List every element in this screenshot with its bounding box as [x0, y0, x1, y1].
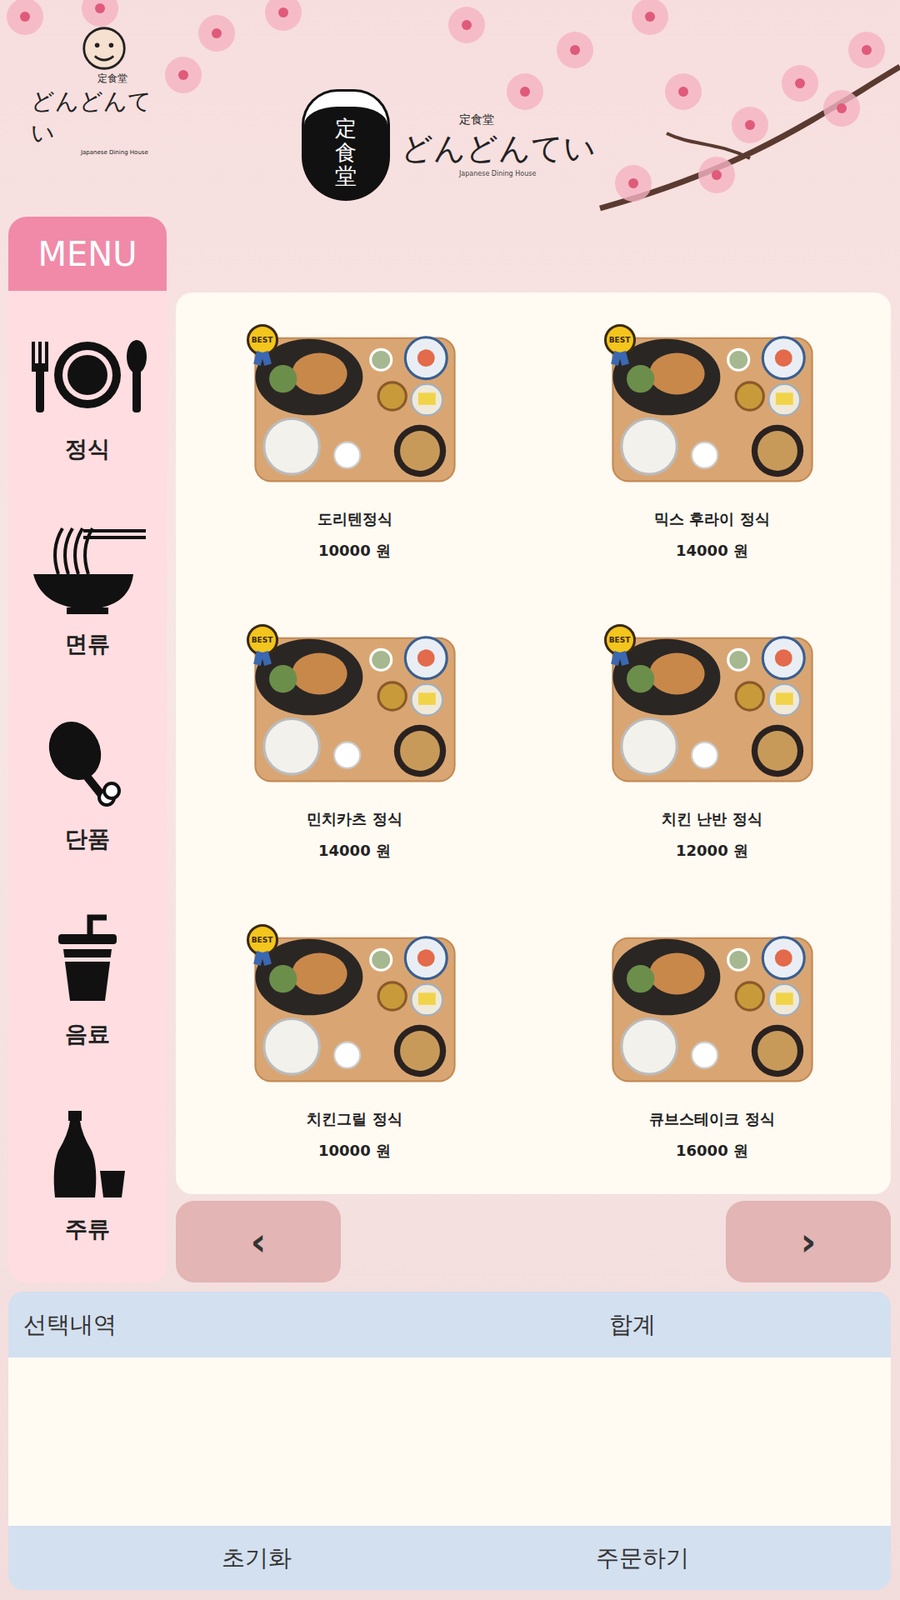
sidebar-item[interactable]: 단품 [8, 719, 167, 855]
menu-card[interactable]: BEST 치킨그릴 정식 10000 원 [175, 924, 534, 1175]
sidebar-label: 면류 [65, 629, 110, 660]
sidebar-item[interactable]: 면류 [8, 524, 167, 660]
menu-price: 10000 원 [318, 540, 391, 561]
menu-price: 12000 원 [675, 840, 749, 861]
cup-straw-icon [25, 914, 150, 1006]
order-title: 선택내역 [23, 1309, 430, 1341]
food-photo [246, 624, 464, 791]
order-list [8, 1357, 891, 1526]
photo-area: BEST [604, 324, 821, 491]
badge-text: BEST [251, 935, 274, 945]
sidebar-list: 정식 면류 단품 음료 주류 [8, 290, 167, 1283]
badge-text: BEST [251, 635, 274, 645]
menu-card[interactable]: BEST 믹스 후라이 정식 14000 원 [533, 324, 891, 575]
photo-area: BEST [246, 924, 464, 1091]
drumstick-icon [25, 719, 150, 811]
sidebar-label: 단품 [65, 824, 110, 855]
reset-button[interactable]: 초기화 [64, 1525, 450, 1590]
total-label: 합계 [429, 1309, 835, 1341]
emblem-bowl: 定食堂 [304, 91, 388, 199]
menu-price: 14000 원 [318, 840, 391, 861]
logo-tagline: Japanese Dining House [80, 149, 149, 156]
kiosk-page: 定食堂 どんどんてい Japanese Dining House 定食堂 定食堂… [0, 0, 900, 1600]
next-button[interactable]: › [725, 1200, 891, 1283]
logo-small-text: 定食堂 [459, 112, 495, 128]
corner-logo: 定食堂 どんどんてい Japanese Dining House [30, 25, 165, 217]
pager: ‹ › [175, 1200, 891, 1283]
photo-area [604, 924, 821, 1091]
menu-card[interactable]: BEST 치킨 난반 정식 12000 원 [533, 624, 891, 875]
best-badge: BEST [604, 624, 636, 656]
best-badge: BEST [604, 324, 636, 356]
logo-tagline: Japanese Dining House [459, 170, 536, 178]
content: MENU 정식 면류 단품 음료 주류 BEST 도리텐정식 10000 원 B… [0, 216, 900, 1283]
sidebar-item[interactable]: 주류 [8, 1109, 167, 1245]
menu-name: 큐브스테이크 정식 [649, 1109, 775, 1130]
emblem-text: 定食堂 [335, 116, 357, 189]
sidebar: MENU 정식 면류 단품 음료 주류 [8, 216, 167, 1283]
logo-name: どんどんてい [30, 85, 165, 150]
center-logo: 定食堂 定食堂 どんどんてい Japanese Dining House [304, 91, 596, 199]
prev-button[interactable]: ‹ [175, 1200, 341, 1283]
badge-text: BEST [609, 635, 631, 645]
food-photo [246, 324, 464, 491]
menu-price: 10000 원 [318, 1140, 391, 1161]
menu-name: 치킨 난반 정식 [661, 809, 763, 830]
order-button[interactable]: 주문하기 [450, 1525, 836, 1590]
logo-script: 定食堂 どんどんてい Japanese Dining House [400, 112, 596, 178]
photo-area: BEST [246, 624, 464, 791]
badge-text: BEST [251, 335, 274, 345]
noodle-bowl-icon [25, 524, 150, 616]
badge-text: BEST [609, 335, 631, 345]
food-photo [604, 624, 821, 791]
sake-bottle-icon [25, 1109, 150, 1201]
menu-card[interactable]: 큐브스테이크 정식 16000 원 [533, 924, 891, 1175]
header: 定食堂 どんどんてい Japanese Dining House 定食堂 定食堂… [0, 0, 900, 217]
menu-grid: BEST 도리텐정식 10000 원 BEST 믹스 후라이 정식 14000 … [175, 292, 891, 1195]
sidebar-label: 주류 [65, 1214, 110, 1245]
menu-card[interactable]: BEST 도리텐정식 10000 원 [175, 324, 534, 575]
fork-plate-spoon-icon [25, 329, 150, 421]
menu-name: 민치카츠 정식 [306, 809, 402, 830]
photo-area: BEST [246, 324, 464, 491]
menu-name: 도리텐정식 [317, 509, 393, 530]
logo-small-text: 定食堂 [97, 71, 128, 86]
sidebar-title: MENU [8, 216, 167, 291]
menu-price: 14000 원 [675, 540, 749, 561]
menu-name: 믹스 후라이 정식 [654, 509, 770, 530]
menu-card[interactable]: BEST 민치카츠 정식 14000 원 [175, 624, 534, 875]
sidebar-item[interactable]: 음료 [8, 914, 167, 1050]
logo-name: どんどんてい [400, 127, 596, 170]
menu-price: 16000 원 [675, 1140, 749, 1161]
best-badge: BEST [246, 624, 279, 656]
best-badge: BEST [246, 324, 279, 356]
food-photo [604, 924, 821, 1091]
photo-area: BEST [604, 624, 821, 791]
order-footer: 초기화 주문하기 [8, 1525, 891, 1590]
main-column: BEST 도리텐정식 10000 원 BEST 믹스 후라이 정식 14000 … [175, 216, 891, 1283]
order-header: 선택내역 합계 [8, 1291, 891, 1358]
menu-name: 치킨그릴 정식 [306, 1109, 402, 1130]
order-panel: 선택내역 합계 초기화 주문하기 [8, 1291, 891, 1590]
sidebar-label: 정식 [65, 434, 110, 465]
food-photo [246, 924, 464, 1091]
food-photo [604, 324, 821, 491]
sidebar-label: 음료 [65, 1019, 110, 1050]
mascot-icon [80, 25, 128, 72]
sidebar-item[interactable]: 정식 [8, 329, 167, 465]
best-badge: BEST [246, 924, 279, 956]
